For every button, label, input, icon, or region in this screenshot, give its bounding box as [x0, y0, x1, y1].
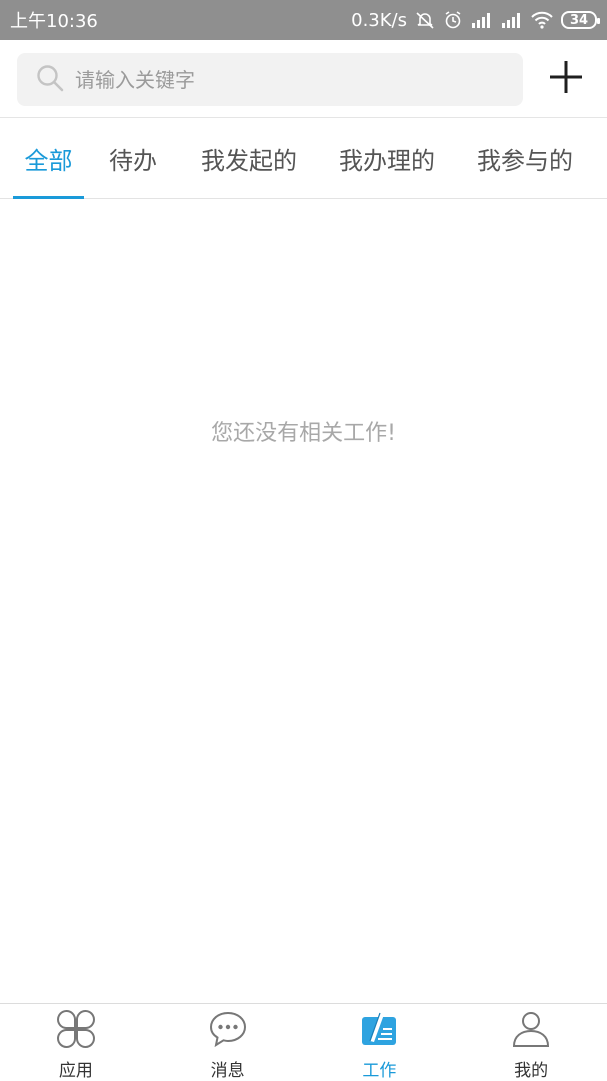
nav-label-apps: 应用	[58, 1061, 93, 1081]
status-time: 上午10:36	[10, 11, 98, 32]
nav-item-messages[interactable]: 消息	[152, 1004, 304, 1081]
clover-apps-icon	[56, 1009, 96, 1053]
battery-level: 34	[569, 12, 589, 28]
signal-icon	[471, 12, 493, 28]
bottom-navigation: 应用 消息 工作 我的	[0, 1003, 607, 1081]
chat-bubble-icon	[208, 1009, 248, 1053]
wifi-icon	[531, 11, 553, 29]
status-indicators: 0.3K/s 34	[351, 9, 600, 31]
network-speed: 0.3K/s	[351, 9, 407, 31]
tab-pending[interactable]: 待办	[100, 118, 166, 199]
plus-icon	[548, 59, 584, 99]
nav-item-work[interactable]: 工作	[304, 1004, 456, 1081]
tab-participated-by-me[interactable]: 我参与的	[466, 118, 584, 199]
search-icon	[35, 63, 65, 97]
filter-tabs: 全部 待办 我发起的 我办理的 我参与的	[0, 118, 607, 199]
battery-icon: 34	[561, 11, 600, 29]
nav-label-messages: 消息	[210, 1061, 245, 1081]
add-button[interactable]	[545, 58, 587, 100]
alarm-icon	[443, 10, 463, 30]
tab-handled-by-me[interactable]: 我办理的	[328, 118, 446, 199]
tab-all[interactable]: 全部	[13, 118, 84, 199]
search-header	[0, 40, 607, 118]
empty-state-message: 您还没有相关工作!	[211, 421, 396, 446]
tab-initiated-by-me[interactable]: 我发起的	[190, 118, 308, 199]
mute-bell-icon	[415, 10, 435, 30]
search-input[interactable]	[73, 66, 493, 93]
nav-item-me[interactable]: 我的	[455, 1004, 607, 1081]
signal-icon	[501, 12, 523, 28]
work-pen-icon	[359, 1009, 399, 1053]
status-bar: 上午10:36 0.3K/s 34	[0, 0, 607, 40]
search-box[interactable]	[17, 53, 523, 106]
nav-label-me: 我的	[514, 1061, 549, 1081]
user-icon	[511, 1009, 551, 1053]
active-tab-indicator	[13, 196, 84, 199]
nav-label-work: 工作	[362, 1061, 397, 1081]
nav-item-apps[interactable]: 应用	[0, 1004, 152, 1081]
